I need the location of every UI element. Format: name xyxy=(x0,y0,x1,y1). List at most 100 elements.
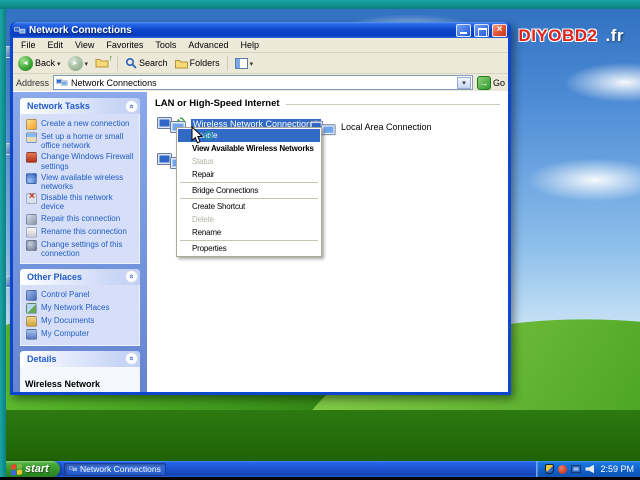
collapse-chevron-button[interactable] xyxy=(125,270,138,283)
panel-details-header: Details xyxy=(20,351,140,367)
tray-status-icon[interactable] xyxy=(558,465,567,474)
chevron-up-icon xyxy=(127,104,136,108)
toolbar: Back ↑ Search xyxy=(13,53,508,74)
panel-network-tasks-header: Network Tasks xyxy=(20,98,140,114)
task-label: Change settings of this connection xyxy=(41,240,137,258)
task-pane: Network Tasks Create a new connection Se… xyxy=(13,92,147,392)
link-control-panel[interactable]: Control Panel xyxy=(26,290,137,301)
task-view-wireless-networks[interactable]: View available wireless networks xyxy=(26,173,137,191)
toolbar-separator xyxy=(117,56,118,71)
task-repair-connection[interactable]: Repair this connection xyxy=(26,214,137,225)
close-button[interactable] xyxy=(492,24,507,37)
tile-local-area-connection[interactable]: Local Area Connection xyxy=(309,118,432,136)
folders-label: Folders xyxy=(190,58,220,68)
task-label: Rename this connection xyxy=(41,227,127,236)
menu-edit[interactable]: Edit xyxy=(42,40,70,50)
link-my-computer[interactable]: My Computer xyxy=(26,329,137,340)
folders-button[interactable]: Folders xyxy=(173,54,222,72)
back-button[interactable]: Back xyxy=(16,54,63,72)
ctx-repair[interactable]: Repair xyxy=(178,168,320,181)
wireless-icon xyxy=(26,173,37,184)
windows-logo-icon xyxy=(11,463,22,475)
menu-advanced[interactable]: Advanced xyxy=(182,40,234,50)
link-my-documents[interactable]: My Documents xyxy=(26,316,137,327)
network-tray-icon[interactable] xyxy=(571,465,581,473)
up-button[interactable]: ↑ xyxy=(93,54,112,72)
address-label: Address xyxy=(16,78,49,88)
ctx-status: Status xyxy=(178,155,320,168)
chevron-down-icon xyxy=(57,58,61,68)
security-shield-icon[interactable] xyxy=(545,464,554,474)
link-label: My Network Places xyxy=(41,303,109,312)
menu-view[interactable]: View xyxy=(69,40,100,50)
link-label: My Computer xyxy=(41,329,89,338)
task-rename-connection[interactable]: Rename this connection xyxy=(26,227,137,238)
views-button[interactable] xyxy=(233,54,256,72)
search-button[interactable]: Search xyxy=(123,54,170,72)
task-setup-home-network[interactable]: Set up a home or small office network xyxy=(26,132,137,150)
cloud xyxy=(540,55,640,110)
up-folder-icon: ↑ xyxy=(95,57,110,69)
collapse-chevron-button[interactable] xyxy=(125,100,138,113)
task-label: View available wireless networks xyxy=(41,173,137,191)
start-button[interactable]: start xyxy=(6,461,60,477)
rename-icon xyxy=(26,227,37,238)
ctx-properties[interactable]: Properties xyxy=(178,242,320,255)
watermark-main: DIYOBD2 xyxy=(510,20,605,51)
maximize-button[interactable] xyxy=(474,24,489,37)
minimize-button[interactable] xyxy=(456,24,471,37)
taskbar-clock[interactable]: 2:59 PM xyxy=(600,464,634,474)
task-disable-device[interactable]: Disable this network device xyxy=(26,193,137,211)
up-arrow-icon: ↑ xyxy=(109,53,114,63)
task-create-connection[interactable]: Create a new connection xyxy=(26,119,137,130)
ctx-delete: Delete xyxy=(178,213,320,226)
task-button-label: Network Connections xyxy=(80,464,161,474)
task-label: Repair this connection xyxy=(41,214,120,223)
group-title: LAN or High-Speed Internet xyxy=(155,98,280,109)
menu-separator xyxy=(180,240,318,241)
watermark: DIYOBD2.fr xyxy=(510,26,624,46)
forward-icon xyxy=(68,56,83,71)
task-label: Create a new connection xyxy=(41,119,130,128)
menu-tools[interactable]: Tools xyxy=(149,40,182,50)
address-dropdown-button[interactable] xyxy=(457,77,471,89)
link-label: My Documents xyxy=(41,316,94,325)
task-label: Set up a home or small office network xyxy=(41,132,137,150)
task-change-settings[interactable]: Change settings of this connection xyxy=(26,240,137,258)
menu-help[interactable]: Help xyxy=(234,40,265,50)
toolbar-separator xyxy=(227,56,228,71)
taskbar-task-network-connections[interactable]: Network Connections xyxy=(64,463,166,476)
window-title: Network Connections xyxy=(29,25,453,36)
chevron-down-icon xyxy=(250,58,254,68)
my-documents-icon xyxy=(26,316,37,327)
taskbar: start Network Connections 2:59 PM xyxy=(0,461,640,477)
folder-icon xyxy=(175,58,188,69)
panel-other-places-header: Other Places xyxy=(20,269,140,285)
volume-icon[interactable] xyxy=(585,465,594,474)
task-label: Change Windows Firewall settings xyxy=(41,152,137,170)
address-combo[interactable]: Network Connections xyxy=(53,75,473,90)
link-label: Control Panel xyxy=(41,290,89,299)
ctx-bridge-connections[interactable]: Bridge Connections xyxy=(178,184,320,197)
menu-bar: File Edit View Favorites Tools Advanced … xyxy=(13,38,508,53)
forward-button[interactable] xyxy=(66,54,91,72)
go-icon xyxy=(477,76,491,90)
window-titlebar[interactable]: Network Connections xyxy=(12,22,509,38)
panel-other-places-body: Control Panel My Network Places My Docum… xyxy=(20,285,140,346)
chevron-up-icon xyxy=(127,357,136,361)
go-button[interactable]: Go xyxy=(477,76,505,90)
menu-favorites[interactable]: Favorites xyxy=(100,40,149,50)
go-label: Go xyxy=(493,78,505,88)
link-my-network-places[interactable]: My Network Places xyxy=(26,303,137,314)
collapse-chevron-button[interactable] xyxy=(125,352,138,365)
search-label: Search xyxy=(139,58,168,68)
chevron-down-icon xyxy=(85,58,89,68)
menu-file[interactable]: File xyxy=(15,40,42,50)
panel-other-places: Other Places Control Panel My Network Pl… xyxy=(20,269,140,346)
task-label: Disable this network device xyxy=(41,193,137,211)
ctx-rename[interactable]: Rename xyxy=(178,226,320,239)
panel-title: Network Tasks xyxy=(27,101,125,111)
task-change-firewall[interactable]: Change Windows Firewall settings xyxy=(26,152,137,170)
ctx-create-shortcut[interactable]: Create Shortcut xyxy=(178,200,320,213)
back-icon xyxy=(18,56,33,71)
